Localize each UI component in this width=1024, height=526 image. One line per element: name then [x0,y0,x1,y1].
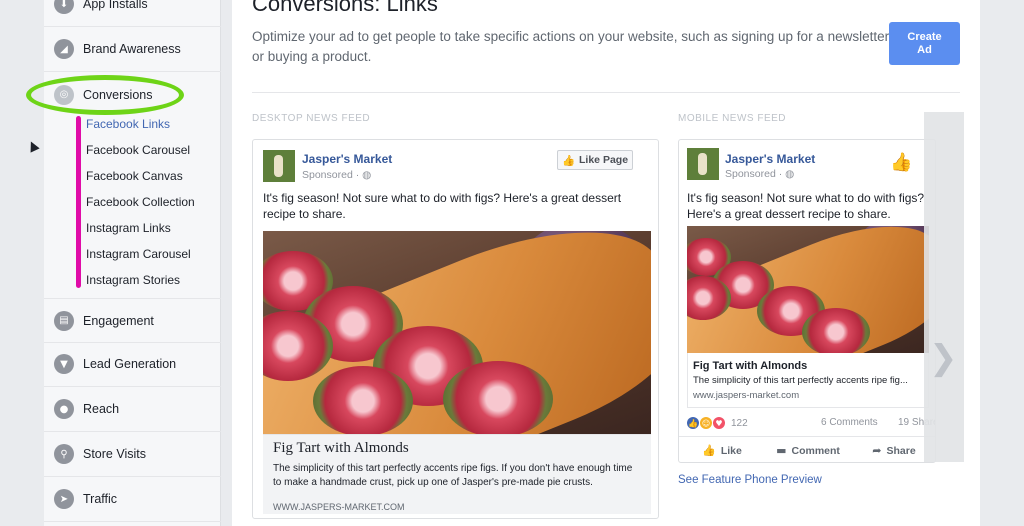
desktop-ad-preview: Jasper's Market Sponsored · ◍ 👍 Like Page… [252,139,659,519]
thumbs-up-icon: 👍 [702,444,716,457]
page-name[interactable]: Jasper's Market [302,152,392,166]
thumbs-up-icon[interactable]: 👍 [890,154,912,172]
like-page-button[interactable]: 👍 Like Page [557,150,633,170]
sidebar-item-app-installs[interactable]: ⬇ App Installs [44,0,221,27]
reach-icon: ● [54,399,74,419]
comment-icon: ▬ [776,444,787,457]
sponsored-label: Sponsored · ◍ [302,169,372,181]
page-description: Optimize your ad to get people to take s… [252,29,890,64]
share-icon: ➦ [872,444,882,457]
app-install-icon: ⬇ [54,0,74,14]
sidebar-item-engagement[interactable]: ▤ Engagement [44,298,221,343]
love-reaction-icon: ♥ [713,417,725,429]
conversions-highlight-ring [26,75,184,115]
sidebar-item-label: Brand Awareness [83,42,181,56]
mobile-ad-preview: Jasper's Market Sponsored · ◍ 👍 It's fig… [678,139,936,463]
funnel-icon: ▼ [54,354,74,374]
sidebar-item-lead-generation[interactable]: ▼ Lead Generation [44,342,221,387]
link-description: The simplicity of this tart perfectly ac… [273,463,633,488]
like-reaction-icon: 👍 [687,417,699,429]
sidebar-item-label: Store Visits [83,447,146,461]
subitems-highlight-bar [76,116,81,288]
pin-icon: ⚲ [54,444,74,464]
page-name[interactable]: Jasper's Market [725,152,815,166]
comments-count[interactable]: 6 Comments [821,417,878,428]
mouse-cursor-icon [26,139,40,153]
link-title: Fig Tart with Almonds [693,360,808,372]
sidebar-item-label: Lead Generation [83,357,177,371]
sidebar-item-store-visits[interactable]: ⚲ Store Visits [44,432,221,477]
sidebar-item-reach[interactable]: ● Reach [44,387,221,432]
carousel-overlay [924,112,964,462]
sidebar-item-label: Engagement [83,313,154,328]
globe-icon: ◍ [785,168,795,180]
subitem-instagram-links[interactable]: Instagram Links [86,221,171,235]
cursor-icon: ➤ [54,489,74,509]
engagement-icon: ▤ [54,310,74,331]
megaphone-icon: ◢ [54,39,74,59]
post-actions: 👍 Like ▬ Comment ➦ Share [679,436,935,462]
wow-reaction-icon: ☺ [700,417,712,429]
subitem-facebook-canvas[interactable]: Facebook Canvas [86,169,183,183]
create-ad-button[interactable]: Create Ad [889,22,960,65]
feature-phone-preview-link[interactable]: See Feature Phone Preview [678,474,822,486]
fig-tart-image[interactable] [263,231,651,434]
sidebar-item-traffic[interactable]: ➤ Traffic [44,477,221,522]
subitem-facebook-carousel[interactable]: Facebook Carousel [86,143,190,157]
globe-icon: ◍ [362,169,372,181]
comment-action-button[interactable]: ▬ Comment [765,437,851,462]
sidebar-item-label: Traffic [83,492,118,506]
link-description: The simplicity of this tart perfectly ac… [693,375,908,386]
link-url: www.jaspers-market.com [693,390,800,401]
subitem-instagram-carousel[interactable]: Instagram Carousel [86,247,191,261]
desktop-feed-label: DESKTOP NEWS FEED [252,113,371,124]
like-action-button[interactable]: 👍 Like [679,437,765,462]
divider [252,92,960,93]
subitem-facebook-links[interactable]: Facebook Links [86,117,170,131]
link-title: Fig Tart with Almonds [273,440,409,456]
thumbs-up-icon: 👍 [561,154,576,167]
post-text: It's fig season! Not sure what to do wit… [687,191,925,221]
sidebar-item-brand-awareness[interactable]: ◢ Brand Awareness [44,27,221,72]
page-avatar [263,150,295,182]
page-avatar [687,148,719,180]
mobile-feed-label: MOBILE NEWS FEED [678,113,787,124]
chevron-right-icon[interactable]: ❯ [929,338,958,378]
reactions-summary[interactable]: 👍 ☺ ♥ 122 [687,417,748,429]
sidebar-item-label: Reach [83,402,120,416]
page-title: Conversions: Links [252,0,438,16]
link-url: WWW.JASPERS-MARKET.COM [273,502,405,512]
create-ad-label: Create Ad [907,30,942,56]
post-text: It's fig season! Not sure what to do wit… [263,191,622,221]
sidebar-item-label: App Installs [83,0,148,11]
subitem-instagram-stories[interactable]: Instagram Stories [86,273,180,287]
reaction-count: 122 [731,417,748,429]
fig-tart-image[interactable] [687,226,929,353]
sponsored-label: Sponsored · ◍ [725,168,795,180]
subitem-facebook-collection[interactable]: Facebook Collection [86,195,195,209]
